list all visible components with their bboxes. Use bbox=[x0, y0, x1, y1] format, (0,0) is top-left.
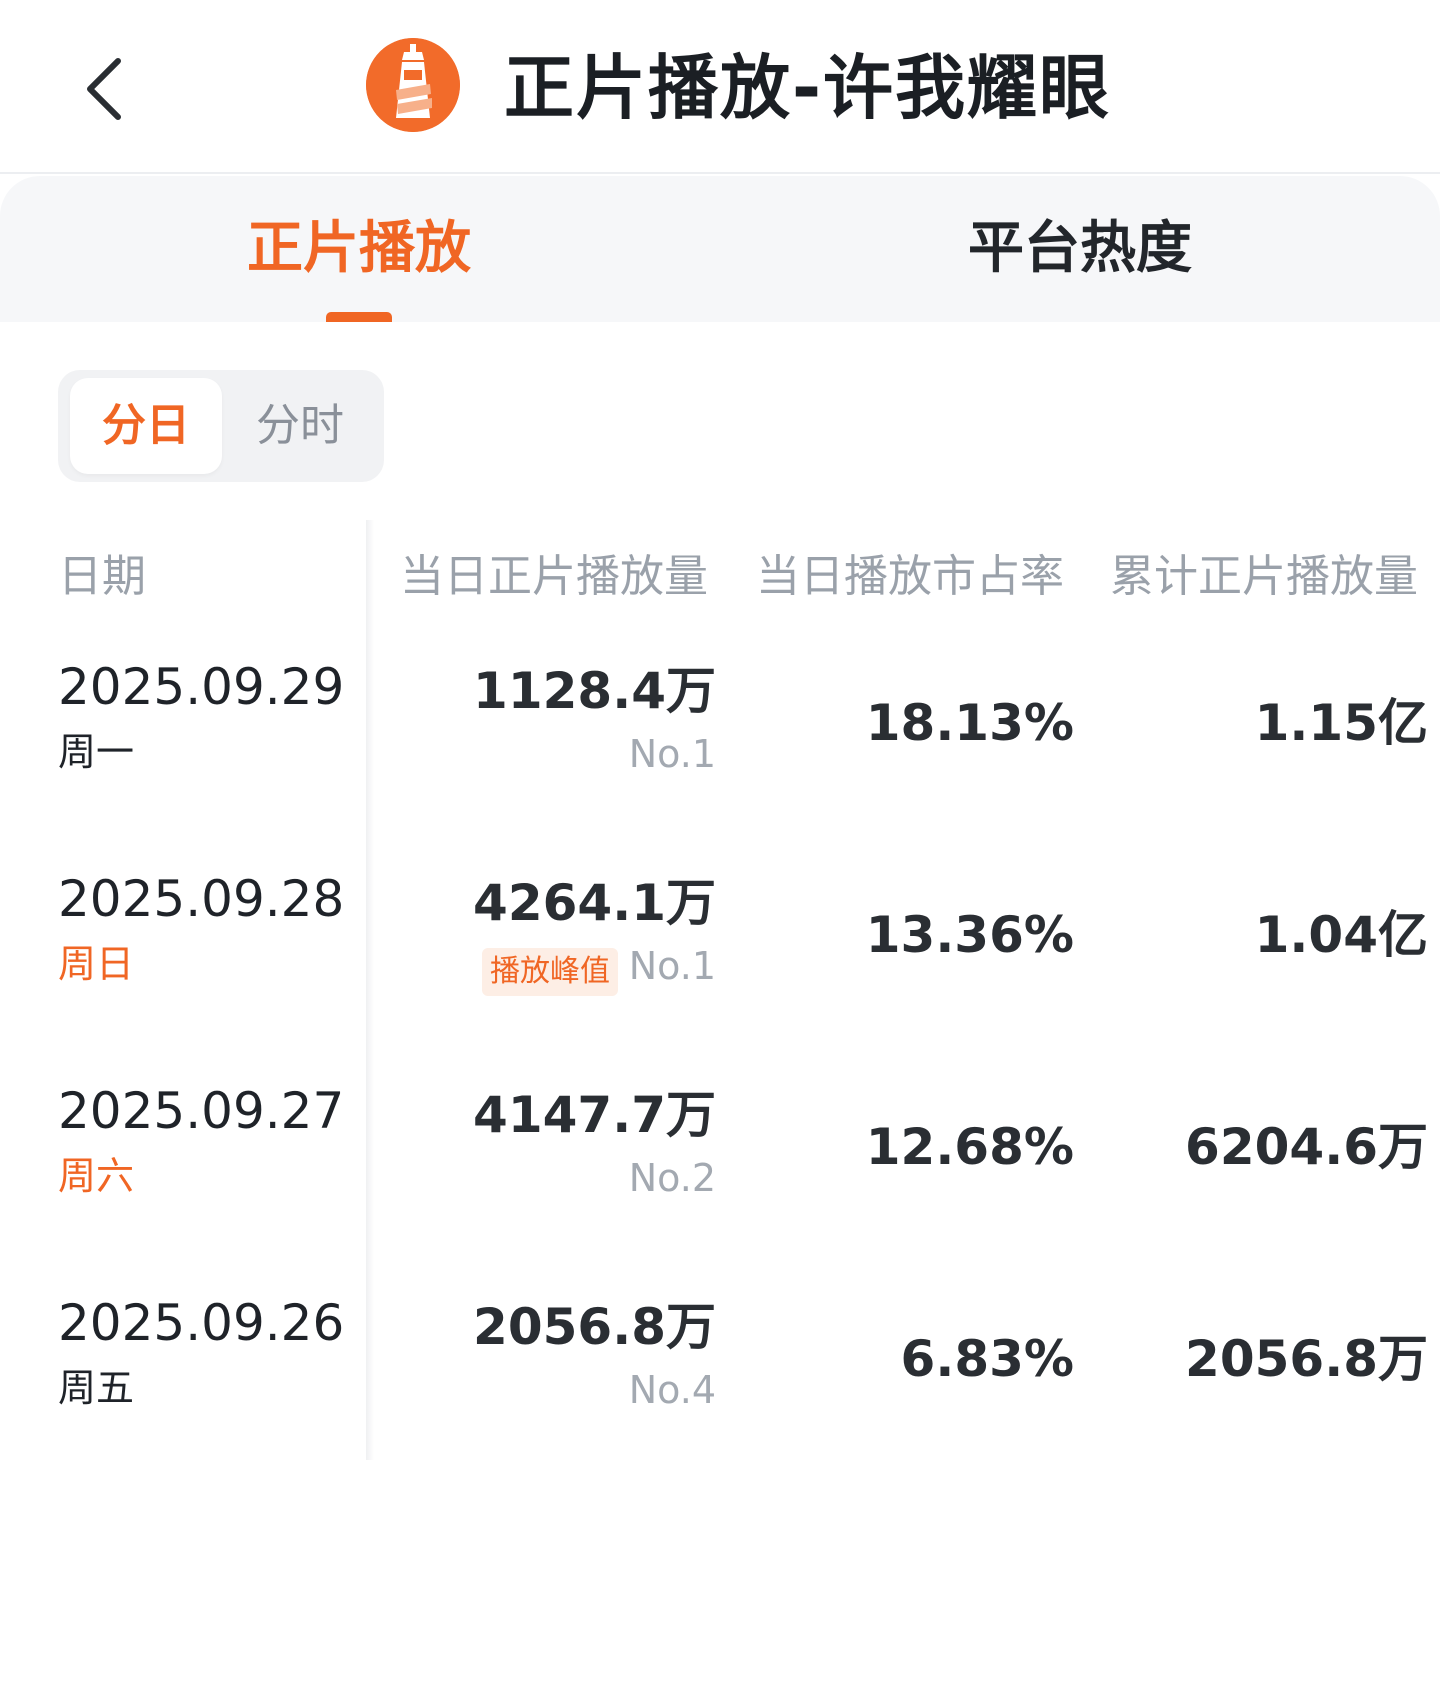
row-market-share: 12.68% bbox=[865, 1118, 1074, 1176]
row-rank: No.4 bbox=[628, 1368, 716, 1412]
tab-bar: 正片播放 平台热度 bbox=[0, 176, 1440, 322]
header-total-plays: 累计正片播放量 bbox=[1110, 551, 1418, 602]
page-title: 正片播放-许我耀眼 bbox=[504, 47, 1112, 129]
row-rank: No.1 bbox=[628, 944, 716, 988]
row-market-share: 18.13% bbox=[865, 694, 1074, 752]
row-total-plays: 1.15亿 bbox=[1254, 694, 1428, 752]
row-weekday: 周一 bbox=[58, 730, 135, 774]
row-weekday: 周五 bbox=[58, 1366, 135, 1410]
lighthouse-logo-icon bbox=[366, 38, 460, 132]
granularity-toggle: 分日 分时 bbox=[58, 370, 384, 482]
chevron-left-icon bbox=[87, 58, 121, 120]
tab-main-plays[interactable]: 正片播放 bbox=[247, 176, 471, 322]
header-market-share: 当日播放市占率 bbox=[756, 551, 1064, 602]
header-daily-plays: 当日正片播放量 bbox=[400, 551, 708, 602]
row-market-share: 13.36% bbox=[865, 906, 1074, 964]
back-button[interactable] bbox=[72, 44, 136, 134]
row-date: 2025.09.29 bbox=[58, 658, 345, 716]
row-daily-plays: 4264.1万 bbox=[473, 874, 716, 932]
header-date: 日期 bbox=[58, 551, 146, 602]
row-date: 2025.09.26 bbox=[58, 1294, 345, 1352]
row-weekday: 周日 bbox=[58, 942, 135, 986]
tab-platform-heat[interactable]: 平台热度 bbox=[968, 176, 1192, 322]
row-market-share: 6.83% bbox=[900, 1330, 1074, 1388]
frozen-column-divider bbox=[366, 520, 374, 1460]
row-total-plays: 1.04亿 bbox=[1254, 906, 1428, 964]
row-date: 2025.09.28 bbox=[58, 870, 345, 928]
main-content: 分日 分时 日期 当日正片播放量 当日播放市占率 累计正片播放量 2025.09… bbox=[0, 322, 1440, 1684]
row-rank: No.2 bbox=[628, 1156, 716, 1200]
row-weekday: 周六 bbox=[58, 1154, 135, 1198]
toggle-daily[interactable]: 分日 bbox=[70, 378, 222, 474]
row-total-plays: 2056.8万 bbox=[1185, 1330, 1428, 1388]
peak-badge: 播放峰值 bbox=[482, 948, 618, 996]
toggle-hourly[interactable]: 分时 bbox=[224, 378, 376, 474]
row-date: 2025.09.27 bbox=[58, 1082, 345, 1140]
app-screen: 正片播放-许我耀眼 正片播放 平台热度 分日 分时 日期 当日正片播放量 当日播… bbox=[0, 0, 1440, 1684]
row-daily-plays: 1128.4万 bbox=[473, 662, 716, 720]
row-daily-plays: 4147.7万 bbox=[473, 1086, 716, 1144]
tab-active-indicator bbox=[326, 312, 392, 322]
row-total-plays: 6204.6万 bbox=[1185, 1118, 1428, 1176]
row-daily-plays: 2056.8万 bbox=[473, 1298, 716, 1356]
row-rank: No.1 bbox=[628, 732, 716, 776]
header-bar: 正片播放-许我耀眼 bbox=[0, 0, 1440, 174]
